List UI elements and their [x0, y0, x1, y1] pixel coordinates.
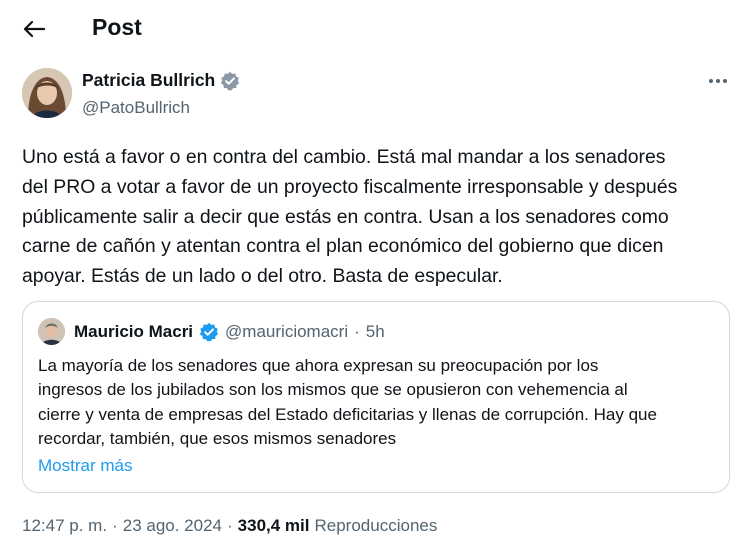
quote-header: Mauricio Macri @mauriciomacri · 5h — [74, 322, 385, 342]
page-title: Post — [92, 14, 142, 40]
tweet-text-line: carne de cañón y atentan contra el plan … — [22, 235, 664, 258]
post-time[interactable]: 12:47 p. m. — [22, 516, 107, 536]
tweet-text-line: públicamente salir a decir que estás en … — [22, 205, 669, 228]
author-name[interactable]: Patricia Bullrich — [82, 70, 215, 91]
more-options-button[interactable] — [700, 70, 736, 92]
author-avatar[interactable] — [22, 68, 72, 118]
quote-author-handle[interactable]: @mauriciomacri — [225, 322, 348, 342]
tweet-text-line: del PRO a votar a favor de un proyecto f… — [22, 175, 678, 198]
views-label: Reproducciones — [314, 516, 438, 535]
post-date[interactable]: 23 ago. 2024 — [123, 516, 222, 536]
quote-text-line: cierre y venta de empresas del Estado de… — [38, 404, 657, 424]
quoted-tweet-card[interactable]: Mauricio Macri @mauriciomacri · 5h La ma… — [22, 301, 730, 493]
post-header: Post — [0, 0, 747, 58]
meta-separator: · — [227, 516, 233, 535]
quote-text: La mayoría de los senadores que ahora ex… — [38, 354, 718, 452]
quote-author-avatar[interactable] — [38, 318, 65, 345]
tweet-text: Uno está a favor o en contra del cambio.… — [22, 143, 727, 292]
post-metadata: 12:47 p. m. · 23 ago. 2024 · 330,4 mil R… — [22, 516, 437, 536]
quote-timestamp[interactable]: 5h — [366, 322, 385, 342]
author-info: Patricia Bullrich @PatoBullrich — [82, 70, 240, 118]
author-handle[interactable]: @PatoBullrich — [82, 98, 240, 118]
quote-text-line: ingresos de los jubilados son los mismos… — [38, 380, 628, 400]
quote-author-name[interactable]: Mauricio Macri — [74, 322, 193, 342]
back-button[interactable] — [14, 11, 54, 47]
show-more-link[interactable]: Mostrar más — [38, 456, 132, 476]
verified-badge-icon — [221, 71, 240, 91]
meta-separator: · — [112, 516, 118, 535]
views-count: 330,4 mil — [237, 516, 310, 535]
arrow-left-icon — [23, 20, 45, 38]
quote-separator: · — [354, 322, 360, 341]
tweet-text-line: apoyar. Estás de un lado o del otro. Bas… — [22, 265, 503, 288]
quote-text-line: recordar, también, que esos mismos senad… — [38, 429, 397, 449]
quote-text-line: La mayoría de los senadores que ahora ex… — [38, 356, 599, 375]
more-dots-icon — [709, 79, 727, 83]
verified-badge-icon — [199, 322, 219, 342]
tweet-text-line: Uno está a favor o en contra del cambio.… — [22, 146, 666, 168]
